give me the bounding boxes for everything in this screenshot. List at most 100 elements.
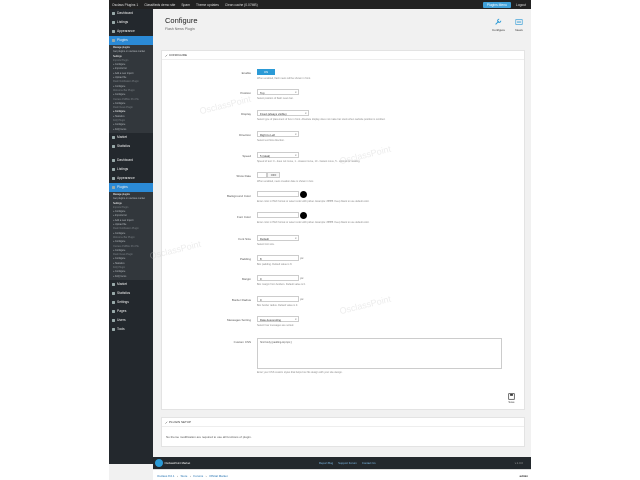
sidebar-item-statistics[interactable]: Statistics (109, 142, 153, 151)
sidebar-item-listings[interactable]: Listings (109, 165, 153, 174)
breadcrumb-link-store[interactable]: Store (180, 474, 187, 478)
breadcrumb-separator: › (189, 474, 191, 478)
topbar-link-spam[interactable]: Spam (181, 3, 190, 7)
show-date-help: When enabled, news creation date is show… (257, 180, 314, 183)
topbar-link-osclass-plugins-1[interactable]: Osclass Plugins 1 (112, 3, 138, 7)
footer-link-contact-us[interactable]: Contact Us (362, 461, 376, 465)
sidebar-item-label: Users (117, 317, 126, 322)
plugin-setup-header: PLUGIN SETUP (162, 418, 524, 427)
configure-button[interactable]: Configure (492, 18, 505, 32)
messages-sorting-select[interactable]: Date descending ▾ (257, 316, 299, 322)
position-select[interactable]: Top ▾ (257, 89, 299, 95)
plugin-setup-title: PLUGIN SETUP (169, 420, 192, 424)
sidebar-item-appearance[interactable]: Appearance (109, 27, 153, 36)
logout-link[interactable]: Logout (514, 2, 528, 8)
submenu-item-faq-items[interactable]: » FAQ Items (109, 128, 153, 132)
speed-select[interactable]: 5 (ideal) ▾ (257, 152, 299, 158)
padding-input[interactable]: 8 (257, 255, 299, 261)
margin-unit: px (300, 276, 304, 280)
topbar-link-classifieds-demo-site[interactable]: Classifieds demo site (144, 3, 175, 7)
current-user[interactable]: admin (519, 474, 528, 478)
position-label: Position (240, 90, 251, 95)
market-logo-icon (155, 459, 163, 467)
breadcrumb-bar: Osclass 8.0.1 › Store › Forums › Official Mark… (153, 469, 531, 480)
footer-link-report-bug[interactable]: Report Bug (319, 461, 333, 465)
breadcrumb-separator: › (205, 474, 207, 478)
background-color-swatch[interactable] (300, 191, 307, 198)
footer-link-support-forum[interactable]: Support Forum (338, 461, 357, 465)
wrench-icon (495, 18, 502, 25)
topbar-link-clean-cache-0-07mb[interactable]: Clean cache (0.07MB) (225, 3, 258, 7)
news-button[interactable]: News (515, 18, 523, 32)
statistics-icon (111, 144, 115, 148)
footer-brand[interactable]: OsclassPoint Market (155, 459, 190, 467)
sidebar-item-label: Dashboard (117, 11, 134, 15)
newspaper-icon (515, 19, 523, 25)
chevron-down-icon: ▾ (295, 318, 297, 321)
sidebar-item-label: Listings (117, 166, 129, 171)
sidebar-item-label: Statistics (117, 290, 131, 295)
show-date-off-segment[interactable]: OFF (267, 172, 280, 178)
show-date-label: Show Date (236, 173, 251, 178)
custom-css-textarea[interactable]: html body {padding-top:1px;} (257, 338, 502, 369)
font-color-label: Font Color (236, 215, 251, 219)
submenu-item-faq-items[interactable]: » FAQ Items (109, 275, 153, 279)
margin-input[interactable]: 0 (257, 275, 299, 281)
save-button[interactable]: Save (508, 393, 515, 404)
speed-label: Speed (242, 153, 251, 158)
configure-label: Configure (491, 27, 505, 32)
enable-toggle[interactable]: ON (257, 69, 275, 75)
font-size-select[interactable]: Default ▾ (257, 235, 299, 241)
font-size-label: Font Size (238, 236, 251, 241)
display-label: Display (241, 111, 251, 116)
breadcrumb-link-official-market[interactable]: Official Market (209, 474, 227, 478)
sidebar-item-appearance[interactable]: Appearance (109, 174, 153, 183)
margin-label: Margin (241, 276, 251, 281)
enable-help: When enabled, flash news will be shown i… (257, 77, 311, 80)
sidebar-item-listings[interactable]: Listings (109, 18, 153, 27)
footer-brand-label: OsclassPoint Market (164, 461, 191, 465)
users-icon (111, 318, 115, 322)
sidebar-item-dashboard[interactable]: Dashboard (109, 9, 153, 18)
sidebar-item-tools[interactable]: Tools (109, 325, 153, 334)
plugins-menu-button[interactable]: Plugins Menu (482, 1, 511, 8)
background-color-label: Background Color (226, 194, 251, 198)
font-color-help: Enter color in HEX format or select colo… (257, 221, 370, 224)
sidebar-item-pages[interactable]: Pages (109, 307, 153, 316)
sidebar-item-statistics[interactable]: Statistics (109, 289, 153, 298)
topbar-link-theme-updates[interactable]: Theme updates (196, 3, 219, 7)
show-date-toggle[interactable]: OFF (257, 172, 280, 178)
sidebar-item-settings[interactable]: Settings (109, 298, 153, 307)
custom-css-label: Custom CSS (233, 339, 251, 344)
sidebar-item-market[interactable]: Market (109, 133, 153, 142)
market-icon (111, 282, 115, 286)
listings-icon (111, 167, 115, 171)
messages-sorting-label: Messages Sorting (226, 317, 251, 322)
appearance-icon (111, 176, 115, 180)
sidebar-item-market[interactable]: Market (109, 280, 153, 289)
direction-value: Right to Left (260, 133, 276, 137)
save-label: Save (508, 401, 515, 404)
font-color-swatch[interactable] (300, 212, 307, 219)
chevron-down-icon: ▾ (295, 133, 297, 136)
show-date-on-segment[interactable] (257, 172, 267, 178)
pages-icon (111, 309, 115, 313)
sidebar-item-label: Market (117, 281, 128, 286)
plugin-setup-text: No theme modification are required to us… (166, 435, 252, 439)
font-color-input[interactable] (257, 212, 299, 218)
direction-select[interactable]: Right to Left ▾ (257, 131, 299, 137)
sidebar-item-plugins[interactable]: Plugins (109, 182, 153, 192)
plugins-submenu: Manage plugins Get plugins on osclass.mar… (109, 45, 153, 133)
display-select[interactable]: Fixed (always visible) ▾ (257, 110, 309, 116)
sidebar-item-dashboard[interactable]: Dashboard (109, 156, 153, 165)
background-color-input[interactable] (257, 191, 299, 197)
sidebar-item-users[interactable]: Users (109, 316, 153, 325)
breadcrumb-link-forums[interactable]: Forums (193, 474, 203, 478)
breadcrumb-link-osclass-8-0-1[interactable]: Osclass 8.0.1 (157, 474, 175, 478)
border-radius-input[interactable]: 0 (257, 296, 299, 302)
padding-label: Padding (239, 256, 251, 261)
chevron-down-icon: ▾ (295, 154, 297, 157)
display-value: Fixed (always visible) (260, 112, 287, 116)
footer-version: v.1.0.0 (514, 461, 523, 465)
sidebar-item-plugins[interactable]: Plugins (109, 36, 153, 45)
